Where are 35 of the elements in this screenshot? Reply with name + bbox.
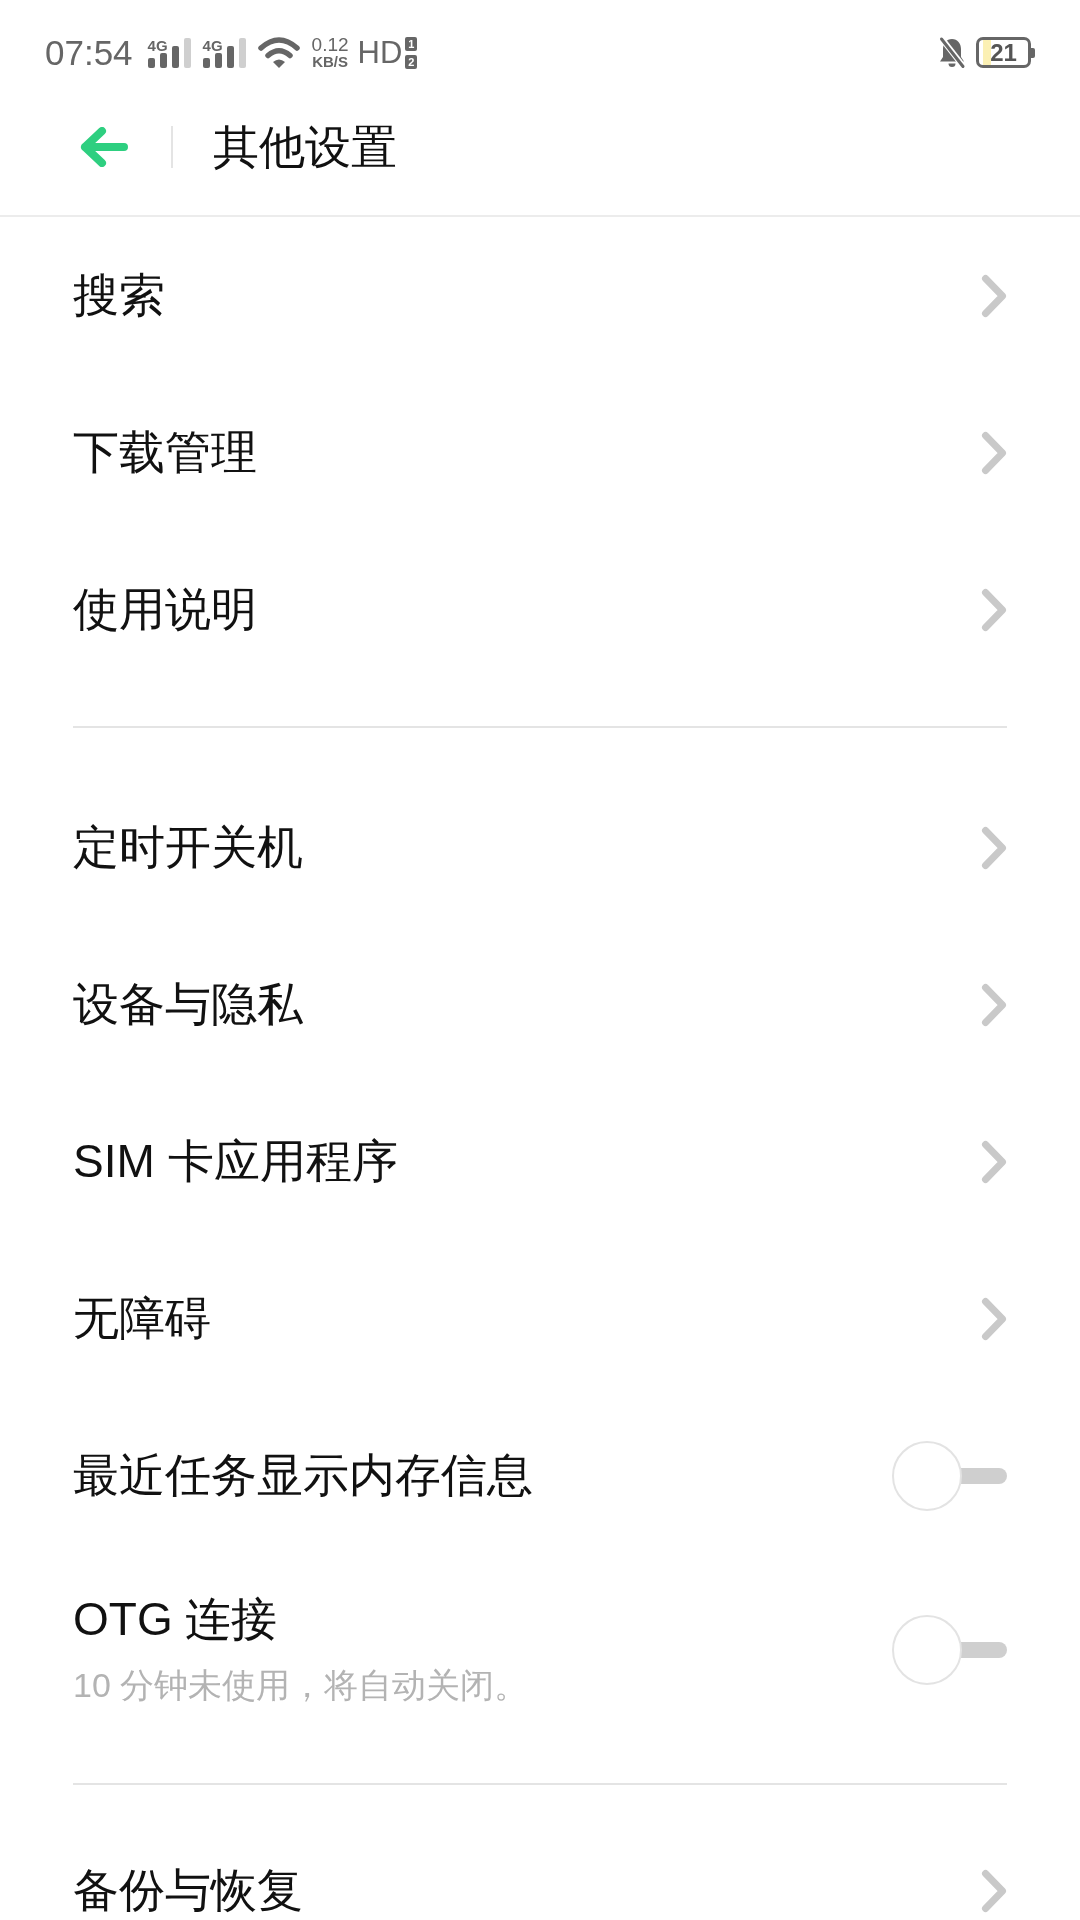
chevron-right-icon xyxy=(981,273,1007,318)
signal-strength-indicator: 4G xyxy=(147,37,191,68)
arrow-left-icon xyxy=(80,127,128,167)
setting-label[interactable]: OTG 连接 xyxy=(73,1592,278,1647)
sim-badge: 2 xyxy=(405,54,418,69)
toggle-switch[interactable] xyxy=(892,1613,1007,1686)
chevron-right-icon xyxy=(981,825,1007,870)
setting-label[interactable]: SIM 卡应用程序 xyxy=(73,1134,398,1189)
page-title: 其他设置 xyxy=(213,120,397,175)
signal-strength-indicator: 4G xyxy=(202,37,246,68)
chevron-right-icon xyxy=(981,1868,1007,1913)
wifi-icon xyxy=(257,36,300,69)
network-speed-value: 0.12 xyxy=(311,36,349,53)
setting-label[interactable]: 使用说明 xyxy=(73,582,257,637)
chevron-right-icon xyxy=(981,587,1007,632)
back-button[interactable] xyxy=(80,127,128,167)
setting-label[interactable]: 最近任务显示内存信息 xyxy=(73,1448,533,1503)
setting-label[interactable]: 备份与恢复 xyxy=(73,1863,303,1918)
setting-label[interactable]: 定时开关机 xyxy=(73,820,303,875)
hd-label: HD xyxy=(357,37,403,68)
setting-label[interactable]: 搜索 xyxy=(73,268,165,323)
chevron-right-icon xyxy=(981,430,1007,475)
network-speed-unit: KB/S xyxy=(312,54,348,69)
setting-label[interactable]: 设备与隐私 xyxy=(73,977,303,1032)
toggle-switch[interactable] xyxy=(892,1439,1007,1512)
battery-indicator: 21 xyxy=(976,37,1035,68)
chevron-right-icon xyxy=(981,982,1007,1027)
setting-label[interactable]: 下载管理 xyxy=(73,425,257,480)
setting-description: 10 分钟未使用，将自动关闭。 xyxy=(73,1665,529,1706)
status-time: 07:54 xyxy=(45,35,133,70)
chevron-right-icon xyxy=(981,1139,1007,1184)
setting-label[interactable]: 无障碍 xyxy=(73,1291,211,1346)
bell-slash-icon xyxy=(937,36,967,69)
chevron-right-icon xyxy=(981,1296,1007,1341)
sim-badge: 1 xyxy=(405,36,418,51)
